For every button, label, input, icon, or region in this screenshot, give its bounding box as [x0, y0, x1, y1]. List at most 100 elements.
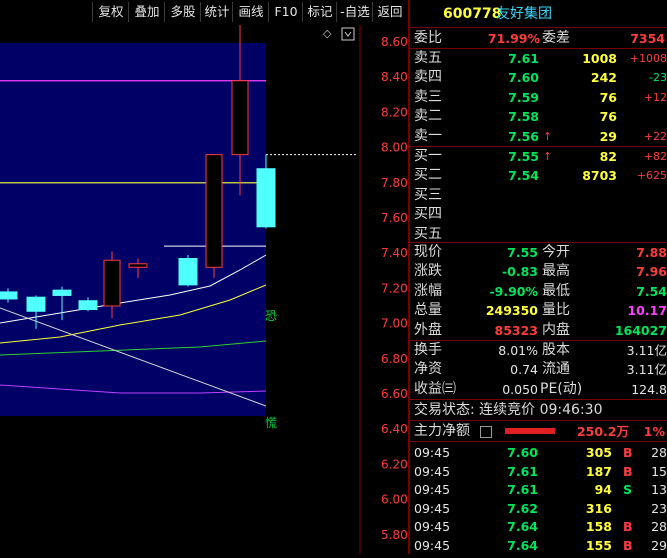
price-tick-label: 6.00 [381, 493, 408, 507]
stat-value: -0.83 [501, 264, 538, 280]
level-label: 买二 [414, 167, 442, 184]
price-axis-labels: 8.60 8.40 8.20 8.00 7.80 7.60 7.40 7.20 7.00 6.80… [381, 35, 408, 542]
sell-level-row[interactable]: 卖一 7.56 ↑ 29 +22 [410, 127, 667, 146]
tick-side: B [623, 445, 633, 460]
divider [410, 27, 667, 28]
tick-time: 09:45 [414, 538, 451, 553]
order-ratio-value: 71.99% [487, 31, 540, 46]
kline-chart[interactable]: ◇ 8.60 8.40 8.20 8.00 7.80 7.60 7.40 7.20 7.00 6.… [0, 22, 408, 554]
overlay-button[interactable]: 叠加 [128, 2, 165, 22]
level-price: 7.55 [508, 149, 539, 164]
diamond-icon[interactable]: ◇ [323, 27, 332, 40]
tick-time: 09:45 [414, 519, 451, 535]
price-tick-label: 7.20 [381, 281, 408, 295]
quote-panel: 600778 友好集团 委比 71.99% 委差 7354 卖五 7.61 1008… [408, 0, 667, 554]
stat-label: 净资 [414, 361, 442, 378]
kline-chart-svg[interactable]: ◇ 8.60 8.40 8.20 8.00 7.80 7.60 7.40 7.20 7.00 6.… [0, 22, 408, 554]
panic-marker-label: 慌 [265, 416, 277, 430]
level-label: 买三 [414, 186, 442, 203]
main-flow-row[interactable]: 主力净额 250.2万 1% [410, 422, 667, 441]
level-volume: 242 [590, 70, 617, 86]
level-label: 卖五 [414, 50, 442, 66]
chevron-down-icon [344, 31, 352, 37]
tick-row[interactable]: 09:45 7.60 305 B 28 [410, 443, 667, 462]
mark-button[interactable]: 标记 [302, 2, 337, 22]
tick-volume: 158 [585, 519, 612, 535]
stat-value: 10.17 [627, 303, 667, 319]
tick-row[interactable]: 09:45 7.61 187 B 15 [410, 462, 667, 481]
level-price: 7.54 [508, 168, 539, 184]
buy-level-row[interactable]: 买四 [410, 205, 667, 224]
level-volume: 8703 [582, 168, 617, 184]
level-change: +22 [643, 129, 667, 143]
tick-volume: 155 [585, 538, 612, 553]
level-price: 7.59 [508, 89, 539, 105]
add-watchlist-button[interactable]: -自选 [336, 2, 373, 22]
order-ratio-row: 委比 71.99% 委差 7354 [410, 29, 667, 48]
level-label: 买一 [414, 148, 442, 164]
list-icon[interactable] [480, 426, 492, 438]
main-flow-percent: 1% [643, 424, 665, 439]
sell-level-row[interactable]: 卖五 7.61 1008 +1008 [410, 49, 667, 68]
stat-row: 净资 0.74 流通 3.11亿 [410, 360, 667, 379]
level-price: 7.56 [508, 128, 539, 144]
tick-side: B [623, 519, 633, 535]
stat-row: 外盘 85323 内盘 164027 [410, 321, 667, 340]
candle-body [78, 300, 98, 311]
stat-row: 涨跌 -0.83 最高 7.96 [410, 262, 667, 281]
tick-row[interactable]: 09:45 7.62 316 23 [410, 499, 667, 518]
tick-count: 13 [651, 482, 667, 498]
tick-side: B [623, 538, 633, 553]
tick-volume: 305 [585, 445, 612, 460]
buy-level-row[interactable]: 买三 [410, 186, 667, 205]
candle-body [128, 263, 148, 268]
tick-count: 28 [651, 445, 667, 460]
tick-row[interactable]: 09:45 7.64 155 B 29 [410, 536, 667, 555]
stat-label: 换手 [414, 342, 442, 358]
divider [410, 399, 667, 400]
tick-row[interactable]: 09:45 7.61 94 S 13 [410, 480, 667, 499]
level-change: +82 [643, 150, 667, 163]
f10-button[interactable]: F10 [268, 2, 303, 22]
stock-name: 友好集团 [496, 6, 552, 22]
sell-level-row[interactable]: 卖二 7.58 76 [410, 107, 667, 126]
sell-level-row[interactable]: 卖四 7.60 242 -23 [410, 68, 667, 87]
stat-label: 股本 [542, 342, 570, 358]
tick-count: 15 [651, 463, 667, 479]
stat-label: 涨幅 [414, 282, 442, 299]
restore-rights-button[interactable]: 复权 [92, 2, 129, 22]
stat-value: 7.96 [636, 264, 667, 280]
statistics-button[interactable]: 统计 [200, 2, 233, 22]
buy-level-row[interactable]: 买二 7.54 8703 +625 [410, 166, 667, 185]
sell-level-row[interactable]: 卖三 7.59 76 +12 [410, 88, 667, 107]
trade-status-row: 交易状态: 连续竞价 09:46:30 [410, 401, 667, 420]
price-tick-label: 7.00 [381, 317, 408, 331]
candle-body [178, 257, 198, 286]
tick-volume: 316 [585, 500, 612, 516]
tick-price: 7.60 [507, 445, 538, 460]
tick-time: 09:45 [414, 500, 451, 516]
price-tick-label: 7.80 [381, 176, 408, 190]
tick-time: 09:45 [414, 445, 451, 460]
price-tick-label: 7.60 [381, 211, 408, 225]
chart-plot-area [0, 43, 266, 416]
tick-row[interactable]: 09:45 7.64 158 B 28 [410, 517, 667, 536]
stat-value: -9.90% [489, 283, 538, 299]
draw-line-button[interactable]: 画线 [232, 2, 269, 22]
collapse-box-icon[interactable] [341, 27, 355, 41]
buy-level-row[interactable]: 买一 7.55 ↑ 82 +82 [410, 147, 667, 166]
tick-count: 29 [651, 538, 667, 553]
tick-count: 23 [651, 500, 667, 516]
stat-value: 3.11亿 [626, 343, 667, 358]
stat-label: 涨跌 [414, 263, 442, 280]
level-volume: 1008 [582, 51, 617, 66]
stat-value: 7.88 [636, 245, 667, 260]
tick-price: 7.61 [507, 482, 538, 498]
order-diff-value: 7354 [630, 31, 665, 46]
chart-corner-icons[interactable]: ◇ [323, 27, 355, 41]
price-tick-label: 7.40 [381, 246, 408, 260]
tick-side: S [623, 482, 633, 498]
multi-stock-button[interactable]: 多股 [164, 2, 201, 22]
buy-level-row[interactable]: 买五 [410, 225, 667, 244]
back-button[interactable]: 返回 [372, 2, 407, 22]
